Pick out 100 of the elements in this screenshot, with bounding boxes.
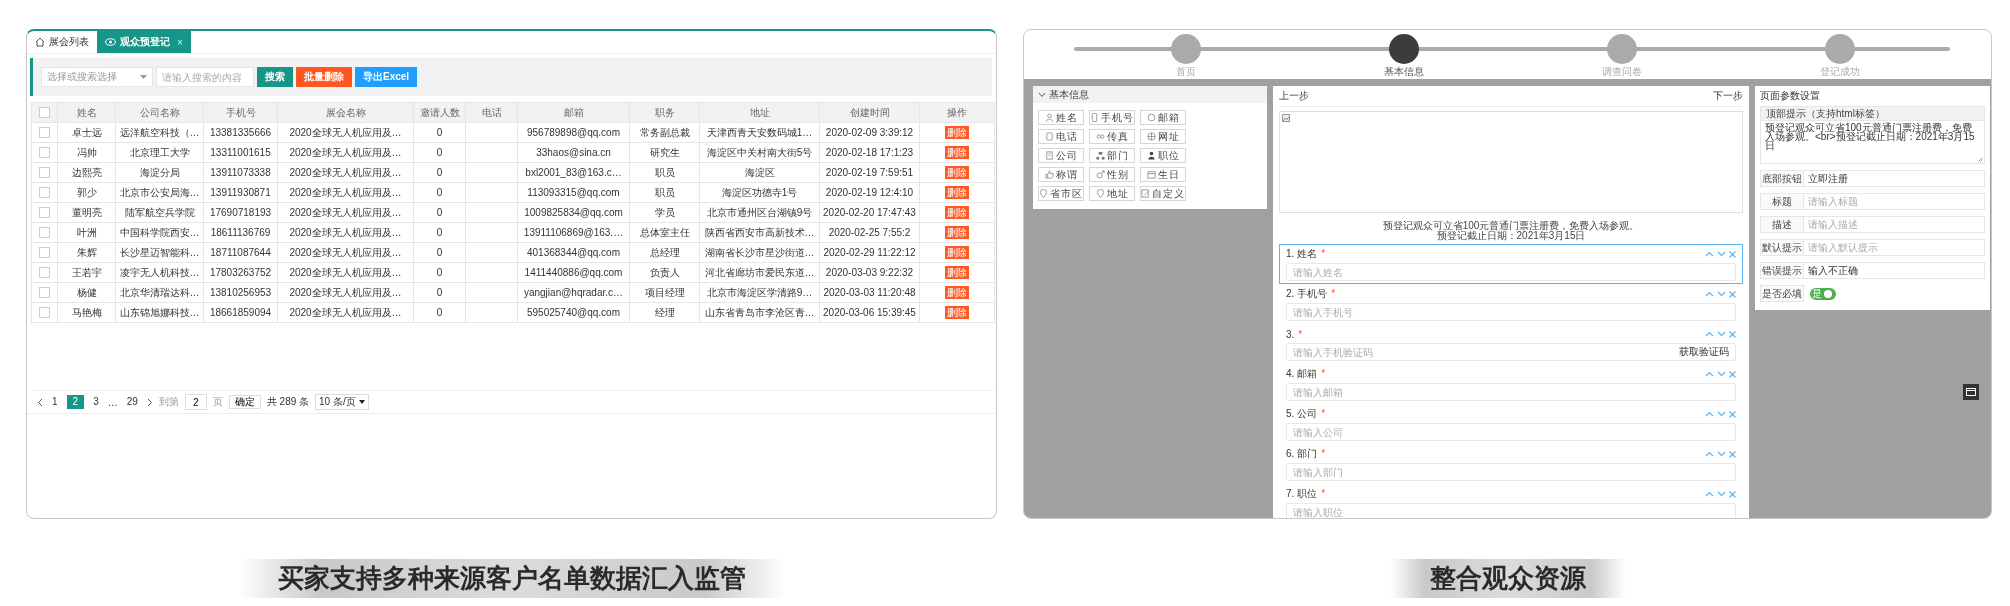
input-field[interactable]: 请输入职位: [1286, 503, 1736, 518]
field-chip[interactable]: 省市区: [1038, 186, 1084, 201]
chevron-up-icon[interactable]: [1705, 490, 1714, 497]
column-header: 操作: [919, 102, 995, 123]
close-icon[interactable]: [1729, 410, 1736, 418]
tab[interactable]: 观众预登记 ×: [97, 31, 191, 53]
checkbox[interactable]: [39, 247, 50, 259]
chevron-down-icon[interactable]: [1717, 330, 1726, 337]
table-cell: 北京理工大学: [115, 142, 204, 163]
step-dot[interactable]: [1171, 34, 1201, 64]
field-chip[interactable]: 自定义: [1140, 186, 1186, 201]
checkbox[interactable]: [39, 287, 50, 299]
checkbox[interactable]: [39, 127, 50, 139]
confirm-button[interactable]: 确定: [228, 395, 261, 409]
page-link[interactable]: 2: [66, 395, 85, 409]
search-button[interactable]: 搜索: [257, 67, 293, 87]
get-code-button[interactable]: 获取验证码: [1679, 346, 1729, 358]
input-field[interactable]: 立即注册: [1804, 170, 1985, 187]
chevron-up-icon[interactable]: [1705, 330, 1714, 337]
input-field[interactable]: 输入不正确: [1804, 262, 1985, 279]
page-link[interactable]: 1: [49, 395, 61, 409]
checkbox[interactable]: [39, 267, 50, 279]
checkbox[interactable]: [39, 187, 50, 199]
step-dot[interactable]: [1607, 34, 1637, 64]
checkbox[interactable]: [39, 207, 50, 219]
field-chip[interactable]: 生日: [1140, 167, 1186, 182]
step-dot[interactable]: [1825, 34, 1855, 64]
chevron-down-icon[interactable]: [1717, 410, 1726, 417]
input-field[interactable]: 请输入部门: [1286, 463, 1736, 481]
close-icon[interactable]: [1729, 290, 1736, 298]
close-icon[interactable]: [1729, 370, 1736, 378]
field-chip[interactable]: 邮箱: [1140, 110, 1186, 125]
input-field[interactable]: 请输入手机号: [1286, 303, 1736, 321]
chevron-up-icon[interactable]: [1705, 410, 1714, 417]
chevron-up-icon[interactable]: [1705, 250, 1714, 257]
chevron-down-icon[interactable]: [1717, 290, 1726, 297]
close-icon[interactable]: [1729, 450, 1736, 458]
chevron-left-icon[interactable]: [37, 397, 43, 407]
field-chip[interactable]: 公司: [1038, 148, 1084, 163]
input-field[interactable]: 请输入默认提示: [1804, 239, 1985, 256]
page-input[interactable]: 2: [184, 394, 207, 410]
text-area[interactable]: 预登记观众可立省100元普通门票注册费，免费入场参观。<br>预登记截止日期：2021年3月15日: [1760, 121, 1985, 164]
close-icon[interactable]: [1729, 490, 1736, 498]
panel-header[interactable]: 基本信息: [1033, 86, 1267, 103]
chevron-down-icon[interactable]: [1717, 490, 1726, 497]
chevron-up-icon[interactable]: [1705, 370, 1714, 377]
input-field[interactable]: 请输入描述: [1804, 216, 1985, 233]
form-field-card[interactable]: 1. 姓名 * 请输入姓名: [1279, 244, 1743, 284]
field-chip[interactable]: 职位: [1140, 148, 1186, 163]
page-link[interactable]: 29: [123, 395, 141, 409]
table-cell: 2020全球无人机应用及…: [277, 182, 414, 203]
step-dot[interactable]: [1389, 34, 1419, 64]
input-field[interactable]: 请输入邮箱: [1286, 383, 1736, 401]
field-chip[interactable]: 性别: [1089, 167, 1135, 182]
tab[interactable]: 展会列表: [27, 31, 97, 53]
checkbox[interactable]: [39, 227, 50, 239]
form-field-card[interactable]: 4. 邮箱 * 请输入邮箱: [1279, 364, 1743, 404]
table-cell: 长沙星迈智能科…: [115, 242, 204, 263]
chevron-right-icon[interactable]: [146, 397, 153, 407]
field-chip[interactable]: 地址: [1089, 186, 1135, 201]
table-cell: 2020-02-29 11:22:12: [819, 242, 920, 263]
chevron-up-icon[interactable]: [1705, 290, 1714, 297]
checkbox[interactable]: [39, 147, 50, 159]
form-field-card[interactable]: 2. 手机号 * 请输入手机号: [1279, 284, 1743, 324]
input-field[interactable]: 请输入姓名: [1286, 263, 1736, 281]
close-icon[interactable]: [1729, 330, 1736, 338]
input-field[interactable]: 请输入公司: [1286, 423, 1736, 441]
form-field-card[interactable]: 5. 公司 * 请输入公司: [1279, 404, 1743, 444]
page-size-select[interactable]: 10 条/页: [315, 394, 369, 410]
field-chip[interactable]: 手机号: [1089, 110, 1135, 125]
input-field[interactable]: 请输入标题: [1804, 193, 1985, 210]
table-cell: 总体室主任: [629, 222, 700, 243]
table-cell: 13810256953: [203, 282, 278, 303]
prev-link[interactable]: 上一步: [1279, 89, 1309, 103]
field-label: 默认提示: [1760, 239, 1804, 256]
checkbox[interactable]: [39, 107, 50, 119]
chevron-down-icon[interactable]: [1717, 250, 1726, 257]
next-link[interactable]: 下一步: [1713, 89, 1743, 103]
chevron-down-icon[interactable]: [1717, 370, 1726, 377]
chevron-down-icon[interactable]: [1717, 450, 1726, 457]
chevron-up-icon[interactable]: [1705, 450, 1714, 457]
field-chip[interactable]: 姓名: [1038, 110, 1084, 125]
table-cell: 凌宇无人机科技…: [115, 262, 204, 283]
table-cell: 职员: [629, 162, 700, 183]
table-cell: 2020全球无人机应用及…: [277, 142, 414, 163]
field-chip[interactable]: 称谓: [1038, 167, 1084, 182]
form-field-card[interactable]: 6. 部门 * 请输入部门: [1279, 444, 1743, 484]
close-icon[interactable]: [1729, 250, 1736, 258]
form-field-card[interactable]: 7. 职位 * 请输入职位: [1279, 484, 1743, 518]
checkbox[interactable]: [39, 167, 50, 179]
form-field-card[interactable]: 3. * 请输入手机验证码 获取验证码: [1279, 324, 1743, 364]
page-link[interactable]: 3: [90, 395, 102, 409]
circle-icon: [1146, 113, 1156, 122]
checkbox[interactable]: [39, 307, 50, 319]
window-button[interactable]: [1963, 384, 1979, 400]
field-chip[interactable]: 部门: [1089, 148, 1135, 163]
field-chip[interactable]: 网址: [1140, 129, 1186, 144]
field-chip[interactable]: 电话: [1038, 129, 1084, 144]
search-field[interactable]: 请输入搜索的内容: [156, 67, 254, 87]
field-chip[interactable]: 传真: [1089, 129, 1135, 144]
